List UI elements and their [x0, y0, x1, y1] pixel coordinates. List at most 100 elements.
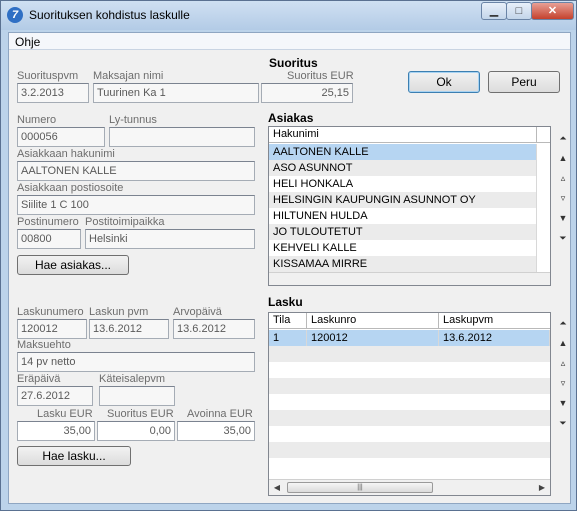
page-up-icon[interactable]: ▲ — [554, 150, 572, 166]
page-down-icon[interactable]: ▼ — [554, 210, 572, 226]
down-icon[interactable]: ▿ — [554, 375, 572, 391]
up-icon[interactable]: ▵ — [554, 170, 572, 186]
erapaiva-field[interactable]: 27.6.2012 — [17, 386, 93, 406]
scroll-left-icon[interactable]: ◀ — [269, 480, 285, 495]
asiakas-hscroll[interactable] — [269, 272, 550, 285]
hakunimi-field[interactable]: AALTONEN KALLE — [17, 161, 255, 181]
numero-label: Numero — [17, 114, 57, 126]
menu-bar: Ohje — [9, 33, 570, 50]
lasku-grid-header: Tila Laskunro Laskupvm — [269, 313, 550, 329]
postinumero-field[interactable]: 00800 — [17, 229, 81, 249]
empty-row — [269, 410, 550, 426]
table-row[interactable]: HILTUNEN HULDA — [269, 208, 537, 224]
empty-row — [269, 378, 550, 394]
scroll-right-icon[interactable]: ▶ — [534, 480, 550, 495]
hae-asiakas-button[interactable]: Hae asiakas... — [17, 255, 129, 275]
lasku-grid[interactable]: Tila Laskunro Laskupvm 1 120012 13.6.201… — [268, 312, 551, 496]
erapaiva-label: Eräpäivä — [17, 373, 61, 385]
empty-row — [269, 442, 550, 458]
table-cell: KEHVELI KALLE — [269, 240, 537, 256]
table-row[interactable]: KEHVELI KALLE — [269, 240, 537, 256]
table-row[interactable]: 1 120012 13.6.2012 — [269, 330, 550, 346]
suoritus-eur-field[interactable]: 25,15 — [261, 83, 353, 103]
suoritus-eur2-field[interactable]: 0,00 — [97, 421, 175, 441]
maximize-button[interactable]: □ — [506, 2, 532, 20]
first-icon[interactable]: ⏶ — [554, 130, 572, 146]
empty-row — [269, 362, 550, 378]
menu-ohje[interactable]: Ohje — [15, 35, 40, 49]
column-header-laskunro[interactable]: Laskunro — [307, 313, 439, 329]
table-row[interactable]: KISSAMAA MIRRE — [269, 256, 537, 272]
scroll-thumb[interactable]: ||| — [287, 482, 433, 493]
table-row[interactable]: JO TULOUTETUT — [269, 224, 537, 240]
maksaja-field[interactable]: Tuurinen Ka 1 — [93, 83, 259, 103]
lasku-hscroll[interactable]: ◀ ||| ▶ — [269, 479, 550, 495]
dialog-body: Ohje Suoritus Suorituspvm 3.2.2013 Maksa… — [8, 32, 571, 504]
window-title: Suorituksen kohdistus laskulle — [29, 8, 190, 22]
table-cell: HELSINGIN KAUPUNGIN ASUNNOT OY — [269, 192, 537, 208]
title-bar[interactable]: 7 Suorituksen kohdistus laskulle ▁ □ ✕ — [1, 1, 576, 30]
table-cell: KISSAMAA MIRRE — [269, 256, 537, 272]
page-down-icon[interactable]: ▼ — [554, 395, 572, 411]
maksuehto-label: Maksuehto — [17, 339, 71, 351]
column-header-laskupvm[interactable]: Laskupvm — [439, 313, 550, 329]
lasku-eur-field[interactable]: 35,00 — [17, 421, 95, 441]
empty-row — [269, 394, 550, 410]
table-cell: 13.6.2012 — [439, 330, 550, 346]
table-cell: HELI HONKALA — [269, 176, 537, 192]
hakunimi-label: Asiakkaan hakunimi — [17, 148, 115, 160]
laskunumero-label: Laskunumero — [17, 306, 84, 318]
suoritus-eur2-label: Suoritus EUR — [107, 408, 174, 420]
app-icon: 7 — [7, 7, 23, 23]
table-row[interactable]: ASO ASUNNOT — [269, 160, 537, 176]
page-up-icon[interactable]: ▲ — [554, 335, 572, 351]
lasku-eur-label: Lasku EUR — [37, 408, 93, 420]
avoinna-eur-field[interactable]: 35,00 — [177, 421, 255, 441]
asiakas-heading: Asiakas — [268, 111, 314, 125]
column-header-hakunimi[interactable]: Hakunimi — [269, 127, 537, 143]
first-icon[interactable]: ⏶ — [554, 315, 572, 331]
table-row[interactable]: AALTONEN KALLE — [269, 144, 537, 160]
dialog-window: 7 Suorituksen kohdistus laskulle ▁ □ ✕ O… — [0, 0, 577, 511]
maksaja-label: Maksajan nimi — [93, 70, 164, 82]
minimize-button[interactable]: ▁ — [481, 2, 507, 20]
suoritus-heading: Suoritus — [269, 56, 318, 70]
suoritus-eur-label: Suoritus EUR — [287, 70, 354, 82]
column-header-tila[interactable]: Tila — [269, 313, 307, 329]
empty-row — [269, 346, 550, 362]
arvopaiva-field[interactable]: 13.6.2012 — [173, 319, 255, 339]
kateisalepvm-label: Käteisalepvm — [99, 373, 166, 385]
ok-button[interactable]: Ok — [408, 71, 480, 93]
laskupvm-label: Laskun pvm — [89, 306, 149, 318]
close-button[interactable]: ✕ — [531, 2, 574, 20]
laskupvm-field[interactable]: 13.6.2012 — [89, 319, 169, 339]
peru-button[interactable]: Peru — [488, 71, 560, 93]
table-cell: 1 — [269, 330, 307, 346]
suorituspvm-label: Suorituspvm — [17, 70, 79, 82]
numero-field[interactable]: 000056 — [17, 127, 105, 147]
postiosoite-field[interactable]: Siilite 1 C 100 — [17, 195, 255, 215]
postinumero-label: Postinumero — [17, 216, 79, 228]
suorituspvm-field[interactable]: 3.2.2013 — [17, 83, 89, 103]
table-cell: HILTUNEN HULDA — [269, 208, 537, 224]
table-cell: ASO ASUNNOT — [269, 160, 537, 176]
postitoimipaikka-field[interactable]: Helsinki — [85, 229, 255, 249]
avoinna-eur-label: Avoinna EUR — [187, 408, 253, 420]
last-icon[interactable]: ⏷ — [554, 230, 572, 246]
up-icon[interactable]: ▵ — [554, 355, 572, 371]
empty-row — [269, 458, 550, 474]
table-row[interactable]: HELSINGIN KAUPUNGIN ASUNNOT OY — [269, 192, 537, 208]
table-row[interactable]: HELI HONKALA — [269, 176, 537, 192]
maksuehto-field[interactable]: 14 pv netto — [17, 352, 255, 372]
laskunumero-field[interactable]: 120012 — [17, 319, 87, 339]
last-icon[interactable]: ⏷ — [554, 415, 572, 431]
down-icon[interactable]: ▿ — [554, 190, 572, 206]
asiakas-grid[interactable]: Hakunimi AALTONEN KALLE ASO ASUNNOT HELI… — [268, 126, 551, 286]
postiosoite-label: Asiakkaan postiosoite — [17, 182, 124, 194]
table-cell: AALTONEN KALLE — [269, 144, 537, 160]
hae-lasku-button[interactable]: Hae lasku... — [17, 446, 131, 466]
kateisalepvm-field[interactable] — [99, 386, 175, 406]
empty-row — [269, 426, 550, 442]
ytunnus-field[interactable] — [109, 127, 255, 147]
table-cell: JO TULOUTETUT — [269, 224, 537, 240]
